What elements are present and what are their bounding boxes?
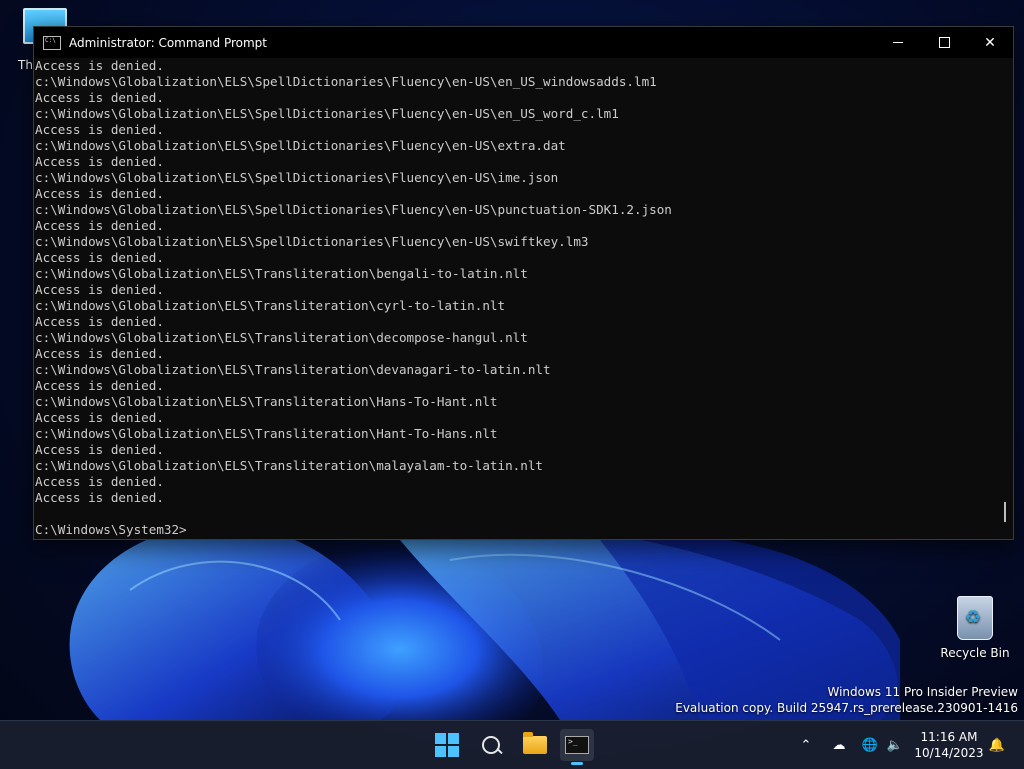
console-line: Access is denied. <box>35 442 164 457</box>
command-prompt-taskbar-button[interactable] <box>560 729 594 765</box>
console-line: c:\Windows\Globalization\ELS\Translitera… <box>35 362 551 377</box>
recycle-bin-icon <box>957 596 993 640</box>
scrollbar-thumb[interactable] <box>1004 502 1006 522</box>
console-line: Access is denied. <box>35 474 164 489</box>
watermark-line-2: Evaluation copy. Build 25947.rs_prerelea… <box>675 701 1018 715</box>
console-line: c:\Windows\Globalization\ELS\Translitera… <box>35 266 528 281</box>
console-line: Access is denied. <box>35 186 164 201</box>
active-app-indicator <box>571 762 583 765</box>
start-button[interactable] <box>430 729 464 761</box>
network-globe-icon[interactable]: 🌐 <box>861 736 879 754</box>
clock-date: 10/14/2023 <box>914 746 984 760</box>
console-line: c:\Windows\Globalization\ELS\Translitera… <box>35 298 506 313</box>
windows-start-icon <box>435 733 459 757</box>
close-icon: ✕ <box>984 34 996 51</box>
notification-bell-icon[interactable]: 🔔 <box>988 736 1006 754</box>
console-line: c:\Windows\Globalization\ELS\SpellDictio… <box>35 202 672 217</box>
console-line: c:\Windows\Globalization\ELS\SpellDictio… <box>35 170 559 185</box>
console-line: Access is denied. <box>35 90 164 105</box>
console-line: Access is denied. <box>35 346 164 361</box>
minimize-button[interactable] <box>875 27 921 58</box>
console-line: Access is denied. <box>35 154 164 169</box>
console-line: c:\Windows\Globalization\ELS\SpellDictio… <box>35 234 589 249</box>
file-explorer-button[interactable] <box>518 729 552 761</box>
console-line: Access is denied. <box>35 314 164 329</box>
search-button[interactable] <box>474 729 508 761</box>
command-prompt-app-icon[interactable] <box>43 35 61 50</box>
onedrive-cloud-icon[interactable]: ☁ <box>830 736 848 754</box>
console-line: Access is denied. <box>35 122 164 137</box>
console-line: c:\Windows\Globalization\ELS\SpellDictio… <box>35 138 566 153</box>
recycle-bin-label: Recycle Bin <box>940 646 1010 660</box>
taskbar-clock[interactable]: 11:16 AM 10/14/2023 <box>914 729 984 761</box>
search-icon <box>482 736 500 754</box>
this-pc-label: Th <box>18 58 33 72</box>
minimize-icon <box>893 42 903 43</box>
volume-speaker-icon[interactable]: 🔈 <box>886 736 904 754</box>
maximize-button[interactable] <box>921 27 967 58</box>
recycle-bin-desktop-icon[interactable]: Recycle Bin <box>940 596 1010 660</box>
console-line: Access is denied. <box>35 410 164 425</box>
console-line: c:\Windows\Globalization\ELS\SpellDictio… <box>35 74 657 89</box>
console-line: c:\Windows\Globalization\ELS\Translitera… <box>35 330 528 345</box>
command-prompt-icon <box>565 736 589 754</box>
show-hidden-icons-chevron-icon[interactable]: ⌃ <box>797 736 815 754</box>
command-prompt-window[interactable]: Administrator: Command Prompt ✕ Access i… <box>33 26 1014 540</box>
console-line: C:\Windows\System32> <box>35 522 187 537</box>
window-title: Administrator: Command Prompt <box>69 35 267 50</box>
maximize-icon <box>938 37 950 48</box>
console-line: Access is denied. <box>35 218 164 233</box>
console-line: c:\Windows\Globalization\ELS\Translitera… <box>35 394 498 409</box>
console-line: Access is denied. <box>35 378 164 393</box>
console-line: c:\Windows\Globalization\ELS\Translitera… <box>35 426 498 441</box>
console-line: Access is denied. <box>35 282 164 297</box>
close-button[interactable]: ✕ <box>967 27 1013 58</box>
clock-time: 11:16 AM <box>920 730 978 744</box>
console-line: Access is denied. <box>35 490 164 505</box>
console-line: c:\Windows\Globalization\ELS\SpellDictio… <box>35 106 619 121</box>
taskbar: ⌃ ☁ 🌐 🔈 11:16 AM 10/14/2023 🔔 <box>0 720 1024 769</box>
console-scrollbar[interactable] <box>999 58 1013 538</box>
console-output[interactable]: Access is denied. c:\Windows\Globalizatio… <box>34 58 1000 538</box>
window-titlebar[interactable]: Administrator: Command Prompt ✕ <box>34 27 1013 58</box>
file-explorer-icon <box>523 732 547 754</box>
console-line: c:\Windows\Globalization\ELS\Translitera… <box>35 458 543 473</box>
console-line: Access is denied. <box>35 58 164 73</box>
console-line: Access is denied. <box>35 250 164 265</box>
evaluation-watermark: Windows 11 Pro Insider Preview Evaluatio… <box>675 684 1018 716</box>
watermark-line-1: Windows 11 Pro Insider Preview <box>827 685 1018 699</box>
